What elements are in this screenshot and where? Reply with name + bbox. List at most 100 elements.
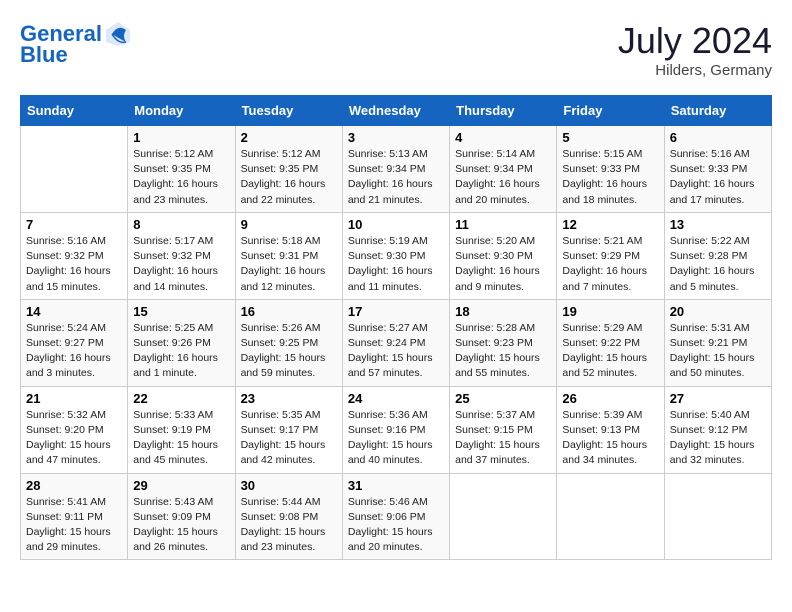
day-info: Sunrise: 5:22 AM Sunset: 9:28 PM Dayligh… [670,234,766,295]
day-number: 15 [133,304,229,319]
day-info: Sunrise: 5:16 AM Sunset: 9:33 PM Dayligh… [670,147,766,208]
calendar-cell: 18Sunrise: 5:28 AM Sunset: 9:23 PM Dayli… [450,299,557,386]
day-number: 18 [455,304,551,319]
calendar-cell: 4Sunrise: 5:14 AM Sunset: 9:34 PM Daylig… [450,126,557,213]
day-number: 27 [670,391,766,406]
day-number: 31 [348,478,444,493]
day-info: Sunrise: 5:41 AM Sunset: 9:11 PM Dayligh… [26,495,122,556]
day-number: 17 [348,304,444,319]
day-number: 8 [133,217,229,232]
day-info: Sunrise: 5:29 AM Sunset: 9:22 PM Dayligh… [562,321,658,382]
day-number: 5 [562,130,658,145]
calendar-cell: 24 Sunrise: 5:36 AM Sunset: 9:16 PM Dayli… [342,386,449,473]
day-number: 9 [241,217,337,232]
day-info: Sunrise: 5:24 AM Sunset: 9:27 PM Dayligh… [26,321,122,382]
calendar-cell: 22Sunrise: 5:33 AM Sunset: 9:19 PM Dayli… [128,386,235,473]
calendar-cell [21,126,128,213]
day-info: Sunrise: 5:12 AM Sunset: 9:35 PM Dayligh… [241,147,337,208]
calendar-cell: 25Sunrise: 5:37 AM Sunset: 9:15 PM Dayli… [450,386,557,473]
day-info: Sunrise: 5:14 AM Sunset: 9:34 PM Dayligh… [455,147,551,208]
day-info: Sunrise: 5:31 AM Sunset: 9:21 PM Dayligh… [670,321,766,382]
day-info: Sunrise: 5:17 AM Sunset: 9:32 PM Dayligh… [133,234,229,295]
day-number: 20 [670,304,766,319]
day-info: Sunrise: 5:16 AM Sunset: 9:32 PM Dayligh… [26,234,122,295]
day-info: Sunrise: 5:35 AM Sunset: 9:17 PM Dayligh… [241,408,337,469]
day-number: 23 [241,391,337,406]
calendar-cell: 19 Sunrise: 5:29 AM Sunset: 9:22 PM Dayli… [557,299,664,386]
day-number: 2 [241,130,337,145]
title-block: July 2024 Hilders, Germany [618,20,772,79]
day-number: 30 [241,478,337,493]
weekday-header-thursday: Thursday [450,96,557,126]
day-number: 29 [133,478,229,493]
day-number: 6 [670,130,766,145]
calendar-cell: 23 Sunrise: 5:35 AM Sunset: 9:17 PM Dayli… [235,386,342,473]
day-info: Sunrise: 5:18 AM Sunset: 9:31 PM Dayligh… [241,234,337,295]
day-number: 26 [562,391,658,406]
day-number: 19 [562,304,658,319]
week-row-4: 21Sunrise: 5:32 AM Sunset: 9:20 PM Dayli… [21,386,772,473]
calendar-cell: 14 Sunrise: 5:24 AM Sunset: 9:27 PM Dayli… [21,299,128,386]
calendar-cell: 10 Sunrise: 5:19 AM Sunset: 9:30 PM Dayli… [342,212,449,299]
month-title: July 2024 [618,20,772,62]
day-number: 12 [562,217,658,232]
calendar-cell [664,473,771,560]
day-info: Sunrise: 5:37 AM Sunset: 9:15 PM Dayligh… [455,408,551,469]
calendar-cell: 6 Sunrise: 5:16 AM Sunset: 9:33 PM Daylig… [664,126,771,213]
weekday-header-wednesday: Wednesday [342,96,449,126]
calendar-cell: 30 Sunrise: 5:44 AM Sunset: 9:08 PM Dayli… [235,473,342,560]
weekday-header-tuesday: Tuesday [235,96,342,126]
weekday-header-monday: Monday [128,96,235,126]
day-number: 21 [26,391,122,406]
calendar-cell: 7Sunrise: 5:16 AM Sunset: 9:32 PM Daylig… [21,212,128,299]
weekday-header-sunday: Sunday [21,96,128,126]
day-number: 13 [670,217,766,232]
day-info: Sunrise: 5:43 AM Sunset: 9:09 PM Dayligh… [133,495,229,556]
day-number: 11 [455,217,551,232]
week-row-3: 14 Sunrise: 5:24 AM Sunset: 9:27 PM Dayli… [21,299,772,386]
calendar-cell [450,473,557,560]
calendar-cell: 29 Sunrise: 5:43 AM Sunset: 9:09 PM Dayli… [128,473,235,560]
day-info: Sunrise: 5:20 AM Sunset: 9:30 PM Dayligh… [455,234,551,295]
calendar-cell: 2 Sunrise: 5:12 AM Sunset: 9:35 PM Daylig… [235,126,342,213]
calendar-cell: 20 Sunrise: 5:31 AM Sunset: 9:21 PM Dayli… [664,299,771,386]
calendar-cell [557,473,664,560]
week-row-5: 28Sunrise: 5:41 AM Sunset: 9:11 PM Dayli… [21,473,772,560]
day-number: 3 [348,130,444,145]
day-info: Sunrise: 5:39 AM Sunset: 9:13 PM Dayligh… [562,408,658,469]
calendar-cell: 8 Sunrise: 5:17 AM Sunset: 9:32 PM Daylig… [128,212,235,299]
day-number: 22 [133,391,229,406]
week-row-2: 7Sunrise: 5:16 AM Sunset: 9:32 PM Daylig… [21,212,772,299]
calendar-cell: 31 Sunrise: 5:46 AM Sunset: 9:06 PM Dayli… [342,473,449,560]
calendar-cell: 1Sunrise: 5:12 AM Sunset: 9:35 PM Daylig… [128,126,235,213]
weekday-header-friday: Friday [557,96,664,126]
calendar-cell: 27Sunrise: 5:40 AM Sunset: 9:12 PM Dayli… [664,386,771,473]
day-number: 10 [348,217,444,232]
calendar-cell: 15 Sunrise: 5:25 AM Sunset: 9:26 PM Dayli… [128,299,235,386]
day-number: 24 [348,391,444,406]
day-number: 14 [26,304,122,319]
day-info: Sunrise: 5:15 AM Sunset: 9:33 PM Dayligh… [562,147,658,208]
day-info: Sunrise: 5:19 AM Sunset: 9:30 PM Dayligh… [348,234,444,295]
day-info: Sunrise: 5:26 AM Sunset: 9:25 PM Dayligh… [241,321,337,382]
weekday-header-saturday: Saturday [664,96,771,126]
page-header: General Blue July 2024 Hilders, Germany [20,20,772,79]
day-info: Sunrise: 5:44 AM Sunset: 9:08 PM Dayligh… [241,495,337,556]
day-info: Sunrise: 5:21 AM Sunset: 9:29 PM Dayligh… [562,234,658,295]
day-info: Sunrise: 5:25 AM Sunset: 9:26 PM Dayligh… [133,321,229,382]
day-info: Sunrise: 5:36 AM Sunset: 9:16 PM Dayligh… [348,408,444,469]
calendar-cell: 17Sunrise: 5:27 AM Sunset: 9:24 PM Dayli… [342,299,449,386]
calendar-cell: 28Sunrise: 5:41 AM Sunset: 9:11 PM Dayli… [21,473,128,560]
location: Hilders, Germany [618,62,772,79]
calendar-table: SundayMondayTuesdayWednesdayThursdayFrid… [20,95,772,560]
calendar-cell: 3 Sunrise: 5:13 AM Sunset: 9:34 PM Daylig… [342,126,449,213]
day-number: 16 [241,304,337,319]
logo-icon [104,20,132,48]
day-info: Sunrise: 5:13 AM Sunset: 9:34 PM Dayligh… [348,147,444,208]
calendar-cell: 21Sunrise: 5:32 AM Sunset: 9:20 PM Dayli… [21,386,128,473]
logo: General Blue [20,20,132,66]
weekday-header-row: SundayMondayTuesdayWednesdayThursdayFrid… [21,96,772,126]
day-number: 1 [133,130,229,145]
day-info: Sunrise: 5:46 AM Sunset: 9:06 PM Dayligh… [348,495,444,556]
calendar-cell: 13 Sunrise: 5:22 AM Sunset: 9:28 PM Dayli… [664,212,771,299]
